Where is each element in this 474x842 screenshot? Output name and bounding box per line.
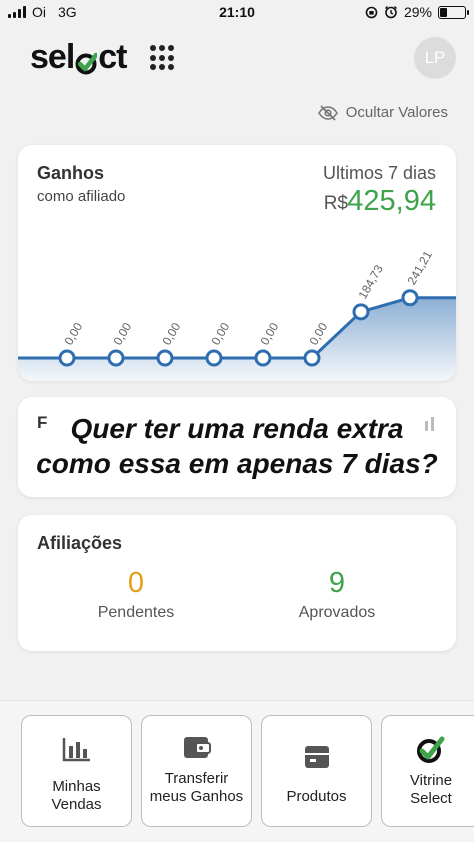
apps-grid-icon[interactable]: [150, 45, 176, 71]
wallet-icon: [183, 732, 211, 762]
minhas-vendas-button[interactable]: Minhas Vendas: [21, 715, 132, 827]
pending-stat[interactable]: 0 Pendentes: [36, 567, 236, 622]
pending-label: Pendentes: [97, 604, 175, 621]
earnings-card: Ganhos como afiliado Ultimos 7 dias R$ 4…: [18, 145, 456, 381]
hide-values-label: Ocultar Valores: [345, 104, 448, 121]
select-logo: sel ct: [30, 38, 128, 77]
status-right: 29%: [365, 4, 469, 20]
chart-data-label: 0,00: [159, 320, 183, 348]
affiliations-title: Afiliações: [37, 533, 123, 553]
chart-point: [156, 349, 174, 367]
nav-label: Transferir meus Ganhos: [149, 770, 244, 805]
eye-off-icon: [317, 104, 338, 121]
avatar[interactable]: LP: [414, 37, 456, 79]
battery-icon: [438, 5, 469, 19]
select-check-icon: [415, 734, 447, 764]
promo-line-1: Quer ter uma renda extra: [70, 413, 404, 444]
chart-data-label: 0,00: [208, 320, 232, 348]
approved-label: Aprovados: [298, 604, 376, 621]
chart-data-label: 241,21: [404, 248, 435, 287]
nav-label: Produtos: [286, 788, 347, 805]
chart-point: [107, 349, 125, 367]
bar-chart-icon: [62, 734, 92, 764]
chart-point: [352, 303, 370, 321]
chart-point: [58, 349, 76, 367]
box-icon: [304, 742, 330, 772]
chart-data-label: 0,00: [110, 320, 134, 348]
chart-area: [18, 297, 456, 381]
promo-headline: Quer ter uma renda extra como essa em ap…: [0, 411, 474, 481]
battery-level: [440, 7, 447, 17]
earnings-chart: 0,00 0,00 0,00 0,00 0,00 0,00184,73 241,21: [18, 248, 456, 381]
nav-label: Vitrine Select: [409, 772, 453, 807]
alarm-icon: [384, 6, 397, 19]
logo-text-left: sel: [30, 38, 75, 76]
approved-count: 9: [328, 567, 346, 599]
produtos-button[interactable]: Produtos: [261, 715, 372, 827]
orientation-lock-icon: [365, 6, 378, 18]
pending-count: 0: [127, 567, 145, 599]
logo-text-right: ct: [98, 38, 127, 76]
transferir-ganhos-button[interactable]: Transferir meus Ganhos: [141, 715, 252, 827]
hide-values-button[interactable]: Ocultar Valores: [317, 104, 448, 121]
chart-data-label: 0,00: [257, 320, 281, 348]
vitrine-select-button[interactable]: Vitrine Select: [381, 715, 474, 827]
chart-data-label: 0,00: [61, 320, 85, 348]
battery-percent: 29%: [403, 4, 432, 20]
affiliations-card: Afiliações 0 Pendentes 9 Aprovados: [18, 515, 456, 651]
nav-label: Minhas Vendas: [51, 778, 102, 813]
chart-point: [205, 349, 223, 367]
approved-stat[interactable]: 9 Aprovados: [237, 567, 437, 622]
promo-card: F Quer ter uma renda extra como essa em …: [18, 397, 456, 497]
chart-point: [254, 349, 272, 367]
chart-point: [401, 289, 419, 307]
promo-line-2: como essa em apenas 7 dias?: [36, 448, 438, 479]
chart-data-label: 184,73: [355, 262, 386, 301]
chart-point: [303, 349, 321, 367]
status-bar: Oi 3G 21:10 29%: [0, 0, 474, 24]
bottom-nav: Minhas Vendas Transferir meus Ganhos Pro…: [0, 700, 474, 842]
logo-check-icon: [75, 45, 99, 74]
